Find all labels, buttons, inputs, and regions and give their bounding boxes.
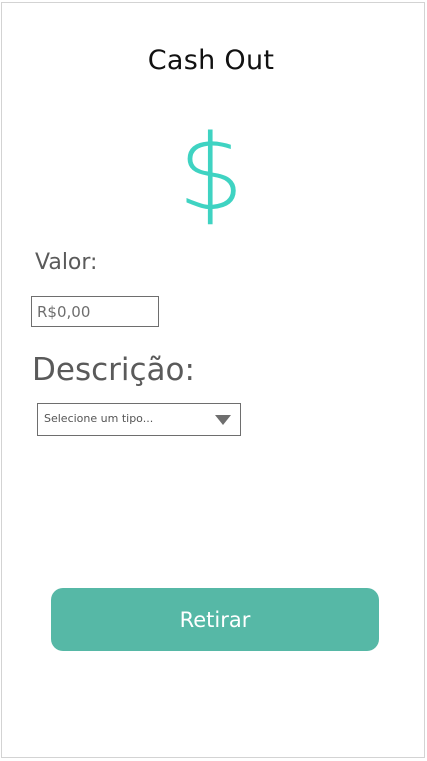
descricao-label: Descrição: [32,352,195,388]
dollar-sign-icon: $ [177,112,245,234]
valor-input[interactable] [31,296,159,327]
triangle-down-icon [215,415,231,425]
valor-label: Valor: [35,250,98,275]
app-screen: Cash Out $ Valor: Descrição: Selecione u… [1,2,425,758]
select-value: Selecione um tipo... [44,412,154,425]
withdraw-button[interactable]: Retirar [51,588,379,651]
tipo-select[interactable]: Selecione um tipo... [37,403,241,436]
page-title: Cash Out [147,45,275,76]
